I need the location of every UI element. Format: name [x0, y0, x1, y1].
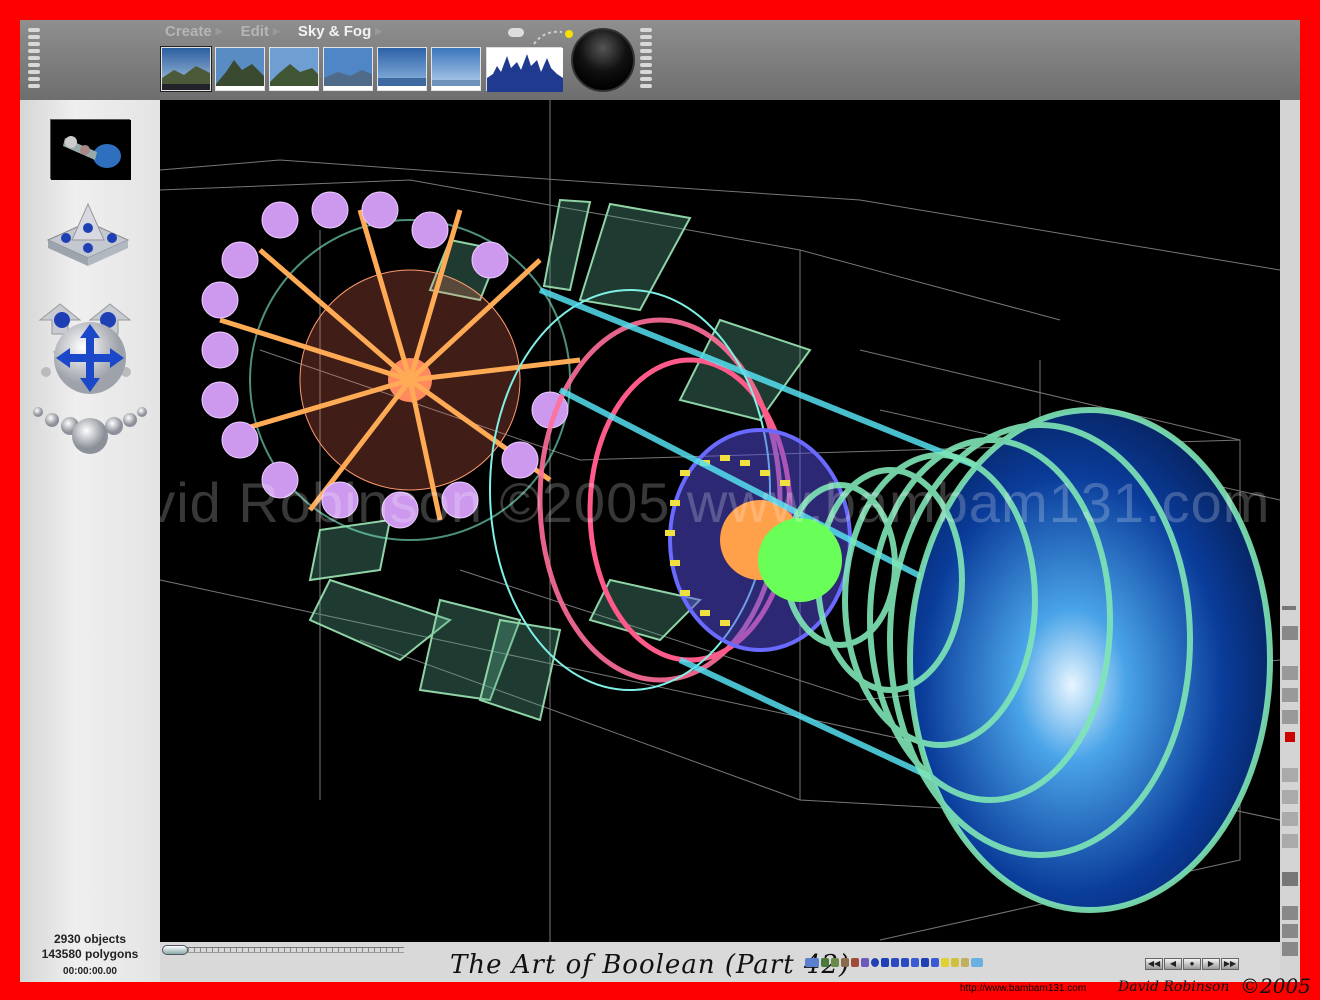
chevron-right-icon: ▶ [215, 25, 223, 36]
record-icon[interactable] [1285, 732, 1295, 742]
plane-object-icon[interactable] [931, 958, 939, 967]
light-object-icon[interactable] [861, 958, 869, 967]
wireframe-scene [160, 100, 1280, 942]
plant-object-icon[interactable] [831, 958, 839, 967]
pyramid-object-icon[interactable] [911, 958, 919, 967]
menu-edit-label: Edit [240, 22, 269, 40]
cone-object-icon[interactable] [901, 958, 909, 967]
playback-controls: ◀◀ ◀ ● ▶ ▶▶ [1145, 958, 1239, 970]
cube-icon[interactable] [1282, 872, 1298, 886]
camera-trackball-icon[interactable] [42, 200, 134, 285]
credit-year: ©2005 [1240, 974, 1311, 998]
3d-viewport[interactable]: David Robinson ©2005 www.bambam131.com [160, 100, 1280, 942]
sky-preset-thumbnails [160, 46, 481, 92]
sun-position-icon[interactable] [565, 30, 573, 38]
sky-preset-2[interactable] [215, 47, 265, 91]
terrain-object-icon[interactable] [805, 958, 819, 967]
menu-bar: Create ▶ Edit ▶ Sky & Fog ▶ [165, 22, 382, 40]
brush-tool-icon[interactable] [1282, 606, 1296, 610]
bottom-bar: The Art of Boolean (Part 42) ◀◀ ◀ ● ▶ ▶▶ [160, 942, 1280, 982]
camera-control-panel: 2930 objects 143580 polygons 00:00:00.00 [20, 100, 160, 982]
sphere-object-icon[interactable] [871, 958, 879, 967]
gradient-histogram [487, 48, 563, 92]
menu-create-label: Create [165, 22, 212, 40]
scene-stats: 2930 objects 143580 polygons 00:00:00.00 [20, 932, 160, 979]
menu-create[interactable]: Create ▶ [165, 22, 223, 40]
pyramid-trackball-graphic [46, 202, 130, 266]
menu-tool-icon[interactable] [1282, 812, 1298, 826]
water-object-icon[interactable] [971, 958, 983, 967]
chevron-right-icon: ▶ [272, 25, 280, 36]
object-library-tray [805, 958, 983, 967]
nozzle [758, 407, 1273, 913]
fast-forward-button[interactable]: ▶▶ [1221, 958, 1239, 970]
chevron-right-icon: ▶ [375, 25, 383, 36]
sky-preset-5[interactable] [377, 47, 427, 91]
zoom-in-icon[interactable] [1282, 906, 1298, 920]
menu-edit[interactable]: Edit ▶ [241, 22, 280, 40]
image-caption: The Art of Boolean (Part 42) [450, 950, 851, 980]
layer-tool-icon[interactable] [1282, 666, 1298, 680]
step-back-button[interactable]: ◀ [1164, 958, 1182, 970]
light-path-icon [533, 30, 563, 45]
rewind-button[interactable]: ◀◀ [1145, 958, 1163, 970]
menu-sky-fog[interactable]: Sky & Fog ▶ [298, 22, 382, 40]
list-tool-icon[interactable] [1282, 768, 1298, 782]
screen-tool-icon[interactable] [1282, 834, 1298, 848]
zoom-out-icon[interactable] [1282, 924, 1298, 938]
render-preview-thumbnail[interactable] [50, 119, 131, 180]
sky-preset-1[interactable] [160, 46, 212, 92]
sky-preset-image [378, 48, 426, 90]
credit-url: http://www.bambam131.com [960, 983, 1087, 994]
loft-object-icon[interactable] [961, 958, 969, 967]
rock-object-icon[interactable] [841, 958, 849, 967]
view-tool-icon[interactable] [1282, 710, 1298, 724]
sky-preset-4[interactable] [323, 47, 373, 91]
top-toolbar: Create ▶ Edit ▶ Sky & Fog ▶ [20, 20, 1300, 100]
sky-gradient-graph[interactable] [486, 47, 563, 92]
panel-grip[interactable] [640, 28, 652, 91]
cube-object-icon[interactable] [881, 958, 889, 967]
right-toolbar [1280, 100, 1300, 982]
menu-sky-fog-label: Sky & Fog [297, 22, 372, 40]
credit-signature: David Robinson [1118, 979, 1230, 995]
edit-tool-icon[interactable] [1282, 688, 1298, 702]
sky-preset-6[interactable] [431, 47, 481, 91]
metablob-object-icon[interactable] [951, 958, 959, 967]
timeline-scrubber[interactable] [162, 945, 188, 955]
app-window: Create ▶ Edit ▶ Sky & Fog ▶ 2930 objects… [20, 20, 1300, 982]
pan-rotate-ball[interactable] [48, 316, 132, 405]
sky-preset-image [432, 48, 480, 90]
sky-preset-image [324, 48, 372, 90]
record-button[interactable]: ● [1183, 958, 1201, 970]
text-tool-icon[interactable] [1282, 790, 1298, 804]
panel-grip[interactable] [28, 28, 40, 91]
blue-cross-ball-graphic [54, 322, 126, 394]
text-object-icon[interactable] [941, 958, 949, 967]
animation-timeline[interactable] [164, 947, 404, 953]
object-count: 2930 objects [53, 932, 127, 946]
figure-object-icon[interactable] [851, 958, 859, 967]
torus-object-icon[interactable] [921, 958, 929, 967]
sky-preset-3[interactable] [269, 47, 319, 91]
cylinder-object-icon[interactable] [891, 958, 899, 967]
spaceship-preview-image [51, 120, 131, 180]
sky-preset-image [270, 48, 318, 90]
sky-preset-image [216, 48, 264, 90]
sky-preset-image [162, 48, 210, 90]
sun-light-sphere[interactable] [571, 28, 635, 92]
time-readout: 00:00:00.00 [63, 966, 117, 977]
polygon-count: 143580 polygons [41, 947, 139, 961]
play-button[interactable]: ▶ [1202, 958, 1220, 970]
zoom-spheres[interactable] [30, 400, 150, 475]
tree-object-icon[interactable] [821, 958, 829, 967]
cloud-icon[interactable] [508, 28, 524, 37]
hand-pan-icon[interactable] [1282, 942, 1298, 956]
sphere-controls-graphic [33, 407, 147, 454]
eraser-tool-icon[interactable] [1282, 626, 1298, 640]
